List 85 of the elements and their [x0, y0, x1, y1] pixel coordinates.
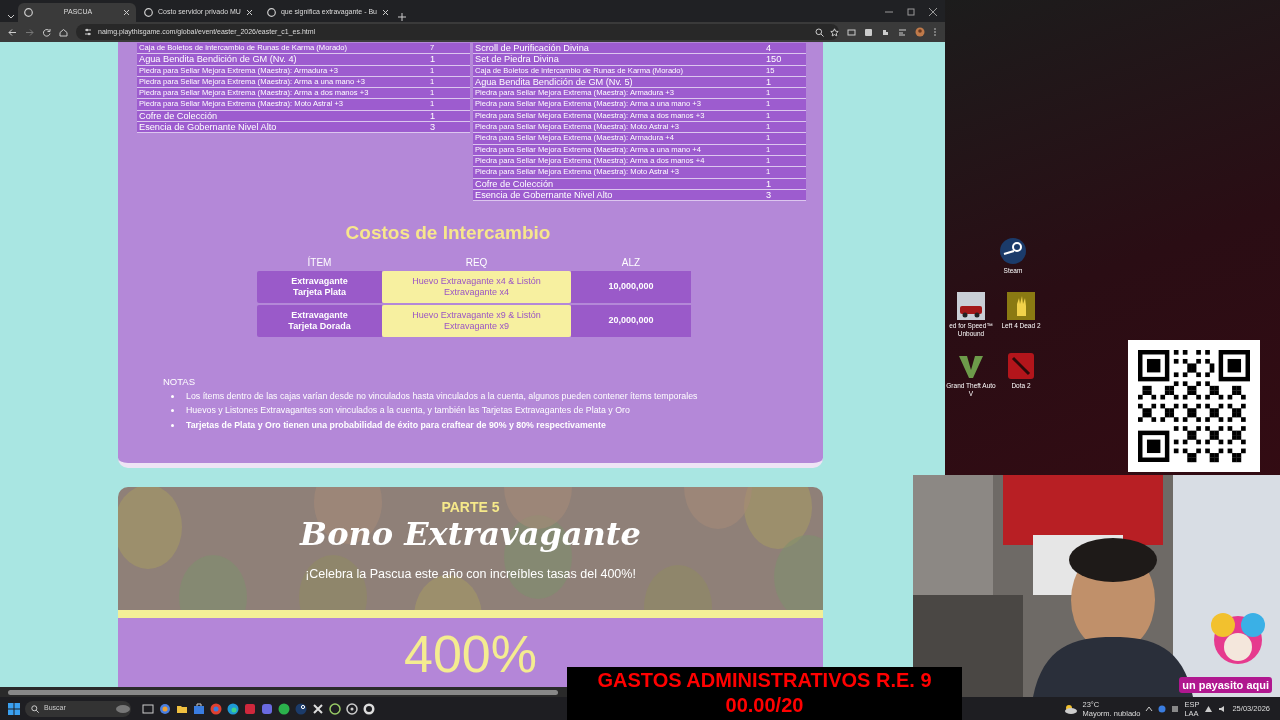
- caption-text: 00.00/20: [724, 693, 805, 718]
- widget-icon[interactable]: [159, 702, 171, 715]
- car-icon[interactable]: [957, 292, 985, 320]
- price-cell: 10,000,000: [571, 270, 691, 303]
- item-name: Set de Piedra Divina: [475, 54, 560, 65]
- menu-icon[interactable]: [933, 27, 937, 37]
- requirement-cell: Huevo Extravagante x9 & Listón Extravagante x9: [382, 304, 571, 337]
- column-header: REQ: [465, 256, 488, 268]
- zoom-icon[interactable]: [815, 27, 824, 37]
- item-name: Cofre de Colección: [139, 110, 219, 122]
- item-cell: Extravagante Tarjeta Dorada: [257, 304, 382, 337]
- puzzle-icon[interactable]: [881, 27, 890, 37]
- price-cell: 20,000,000: [571, 304, 691, 337]
- avatar-icon[interactable]: [915, 27, 925, 37]
- piston-logo-icon[interactable]: [295, 702, 307, 715]
- bullet-icon: [171, 394, 174, 398]
- maximize-icon[interactable]: [907, 8, 915, 16]
- search-icon: [31, 704, 39, 713]
- item-name: Agua Bendita Bendición de GM (Nv. 5): [475, 76, 634, 88]
- quantity: 3: [430, 122, 437, 133]
- item-name: Esencia de Gobernante Nivel Alto: [475, 189, 614, 201]
- item-cell: Extravagante Tarjeta Plata: [257, 270, 382, 303]
- window-icon[interactable]: [847, 27, 856, 37]
- extension-icon[interactable]: [864, 27, 873, 37]
- ring-icon[interactable]: [329, 702, 341, 715]
- new-tab-icon[interactable]: [397, 12, 407, 22]
- close-icon[interactable]: [123, 9, 130, 16]
- wave-logo-icon[interactable]: [227, 702, 239, 715]
- globe-icon: [144, 8, 153, 17]
- disc-icon[interactable]: [363, 702, 375, 715]
- home-icon[interactable]: [59, 27, 68, 37]
- quantity: 1: [766, 178, 773, 189]
- cloud-icon: [115, 703, 131, 714]
- bullet-icon: [171, 423, 174, 427]
- note-text: Huevos y Listones Extravagantes son vinculados a la cuenta, y también las Tarjetas Extravagantes de Plata y Oro: [186, 404, 630, 418]
- close-icon[interactable]: [245, 9, 253, 16]
- close-icon[interactable]: [382, 9, 389, 16]
- note-text: Los ítems dentro de las cajas varían desde no vinculados hasta vinculados a la cuenta, algunos pueden contener ítems temporales: [186, 389, 698, 403]
- circle-logo-icon[interactable]: [210, 702, 222, 715]
- hand-icon[interactable]: [1007, 292, 1035, 320]
- bonus-subtitle: ¡Celebra la Pascua este año con increíbles tasas del 400%!: [305, 566, 636, 583]
- item-name: Agua Bendita Bendición de GM (Nv. 4): [139, 54, 298, 65]
- cross-icon[interactable]: [312, 702, 324, 715]
- item-name: Cofre de Colección: [475, 178, 555, 189]
- scrollbar-thumb[interactable]: [8, 689, 558, 695]
- minimize-icon[interactable]: [885, 8, 893, 16]
- quantity: 1: [430, 54, 437, 65]
- phone-bubble-icon[interactable]: [278, 702, 290, 715]
- column-header: ALZ: [621, 256, 641, 268]
- part-label: PARTE 5: [441, 499, 500, 515]
- close-icon[interactable]: [929, 8, 937, 16]
- quantity: 150: [766, 54, 783, 65]
- piston-logo-icon[interactable]: [999, 237, 1027, 265]
- caption-text: GASTOS ADMINISTRATIVOS R.E. 9: [596, 668, 933, 693]
- globe-icon: [24, 8, 33, 17]
- start-icon[interactable]: [8, 702, 20, 715]
- item-name: Scroll de Purificación Divina: [475, 43, 590, 54]
- quantity: 4: [766, 43, 773, 54]
- star-icon[interactable]: [830, 27, 839, 37]
- record-icon[interactable]: [346, 702, 358, 715]
- shopping-bag-icon[interactable]: [193, 702, 205, 715]
- forward-icon[interactable]: [25, 27, 34, 37]
- bonus-title: Bono Extravagante: [300, 515, 641, 553]
- quantity: 1: [766, 76, 773, 88]
- site-info-icon[interactable]: [84, 28, 92, 36]
- rate-text: 400%: [404, 624, 537, 685]
- notes-title: NOTAS: [163, 374, 197, 389]
- requirement-cell: Huevo Extravagante x4 & Listón Extravagante x4: [382, 270, 571, 303]
- quantity: 1: [430, 110, 437, 122]
- quantity: 3: [766, 189, 773, 201]
- weather-icon[interactable]: [1063, 703, 1078, 714]
- back-icon[interactable]: [8, 27, 17, 37]
- tile-icon[interactable]: [244, 702, 256, 715]
- note-text: Tarjetas de Plata y Oro tienen una probabilidad de éxito para craftear de 90% y 80% respectivamente: [186, 418, 606, 432]
- slash-tile-icon[interactable]: [1007, 352, 1035, 380]
- section-title: Costos de Intercambio: [345, 222, 551, 244]
- bullet-icon: [171, 409, 174, 413]
- chat-icon[interactable]: [261, 702, 273, 715]
- globe-icon: [266, 8, 276, 17]
- list-icon[interactable]: [898, 27, 907, 37]
- caret-icon[interactable]: [1145, 704, 1154, 713]
- item-name: Esencia de Gobernante Nivel Alto: [139, 122, 278, 133]
- reload-icon[interactable]: [42, 27, 51, 37]
- column-header: ÍTEM: [307, 256, 332, 268]
- task-view-icon[interactable]: [142, 702, 154, 715]
